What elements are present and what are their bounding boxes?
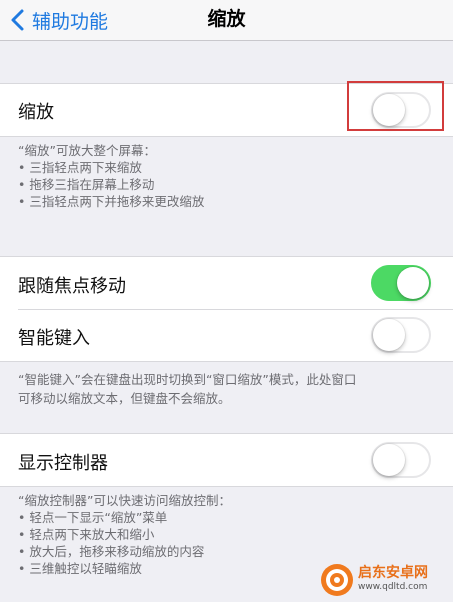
footer-line: “智能键入”会在键盘出现时切换到“窗口缩放”模式，此处窗口 <box>18 372 357 387</box>
toggle-knob <box>397 267 429 299</box>
toggle-knob <box>373 444 405 476</box>
watermark-logo-icon <box>321 564 353 596</box>
divider <box>0 361 453 362</box>
divider <box>0 486 453 487</box>
footer-line: • 轻点两下来放大和缩小 <box>18 527 155 542</box>
follow-focus-label: 跟随焦点移动 <box>18 276 126 297</box>
smart-typing-row: 智能键入 <box>0 310 453 361</box>
toggle-knob <box>373 319 405 351</box>
follow-focus-row: 跟随焦点移动 <box>0 257 453 309</box>
back-button[interactable]: 辅助功能 <box>8 0 108 40</box>
zoom-row: 缩放 <box>0 84 453 136</box>
footer-line: • 三指轻点两下并拖移来更改缩放 <box>18 194 205 209</box>
footer-line: • 拖移三指在屏幕上移动 <box>18 177 155 192</box>
footer-line: • 放大后，拖移来移动缩放的内容 <box>18 544 205 559</box>
back-label: 辅助功能 <box>32 10 109 33</box>
footer-line: “缩放”可放大整个屏幕： <box>18 143 156 158</box>
watermark-name: 启东安卓网 <box>358 565 428 581</box>
smart-typing-label: 智能键入 <box>18 328 90 349</box>
follow-focus-toggle[interactable] <box>371 265 431 301</box>
footer-line: • 三指轻点两下来缩放 <box>18 160 142 175</box>
zoom-label: 缩放 <box>18 102 54 123</box>
chevron-left-icon <box>11 9 24 31</box>
smart-typing-footer: “智能键入”会在键盘出现时切换到“窗口缩放”模式，此处窗口 可移动以缩放文本，但… <box>18 370 443 408</box>
focus-group: 跟随焦点移动 智能键入 <box>0 257 453 361</box>
navigation-bar: 辅助功能 缩放 <box>0 0 453 41</box>
zoom-toggle[interactable] <box>371 92 431 128</box>
footer-line: 可移动以缩放文本，但键盘不会缩放。 <box>18 391 231 406</box>
show-controller-row: 显示控制器 <box>0 434 453 486</box>
divider <box>0 136 453 137</box>
footer-line: • 轻点一下显示“缩放”菜单 <box>18 510 168 525</box>
toggle-knob <box>373 94 405 126</box>
watermark: 启东安卓网 www.qdltd.com <box>320 560 450 600</box>
footer-line: “缩放控制器”可以快速访问缩放控制： <box>18 493 231 508</box>
watermark-url: www.qdltd.com <box>358 582 428 592</box>
show-controller-label: 显示控制器 <box>18 453 108 474</box>
show-controller-toggle[interactable] <box>371 442 431 478</box>
smart-typing-toggle[interactable] <box>371 317 431 353</box>
zoom-footer: “缩放”可放大整个屏幕： • 三指轻点两下来缩放 • 拖移三指在屏幕上移动 • … <box>18 142 443 210</box>
